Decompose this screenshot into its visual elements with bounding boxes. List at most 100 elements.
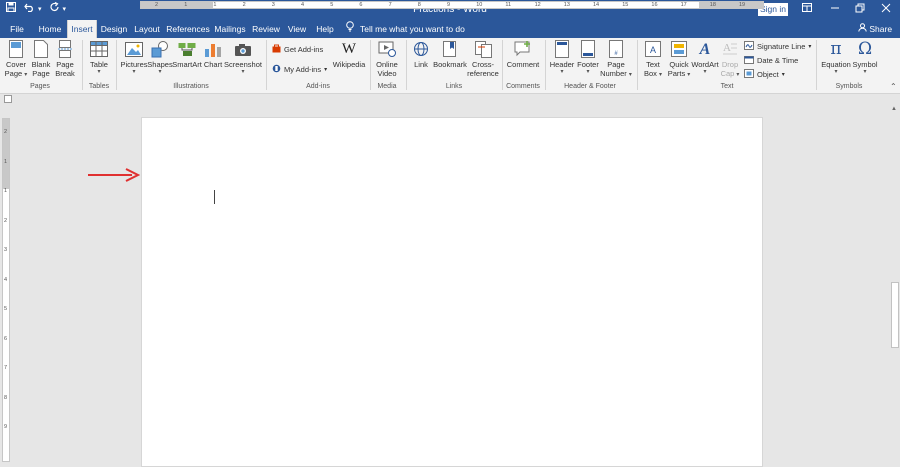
- cover-page-button[interactable]: Cover Page ▾: [4, 38, 28, 79]
- online-video-button[interactable]: Online Video: [373, 38, 401, 78]
- vertical-ruler-tick-label: 9: [4, 424, 8, 430]
- lightbulb-icon: [346, 20, 354, 38]
- ribbon-display-options-icon[interactable]: [800, 3, 814, 17]
- ruler-tick-label: 1: [213, 2, 217, 8]
- screenshot-button[interactable]: Screenshot ▾: [224, 38, 262, 76]
- group-separator: [82, 40, 83, 90]
- restore-icon[interactable]: [853, 3, 867, 17]
- ruler-tick-label: 2: [242, 2, 246, 8]
- tab-review[interactable]: Review: [251, 20, 281, 38]
- symbol-button[interactable]: Ω Symbol ▾: [852, 38, 878, 76]
- wikipedia-icon: W: [341, 40, 357, 57]
- quick-parts-icon: [669, 40, 689, 58]
- chart-icon: [203, 40, 223, 58]
- group-label-text: Text: [720, 83, 734, 90]
- wikipedia-button[interactable]: W Wikipedia: [332, 38, 366, 69]
- smartart-button[interactable]: SmartArt: [172, 38, 202, 69]
- comment-button[interactable]: Comment: [506, 38, 540, 69]
- header-button[interactable]: Header ▾: [548, 38, 576, 76]
- object-button[interactable]: Object ▾: [744, 69, 785, 80]
- group-separator: [502, 40, 503, 90]
- tab-home[interactable]: Home: [34, 20, 66, 38]
- tab-layout[interactable]: Layout: [132, 20, 162, 38]
- shapes-icon: [150, 40, 170, 58]
- link-button[interactable]: Link: [410, 38, 432, 69]
- vertical-scrollbar[interactable]: ▲: [890, 104, 900, 462]
- cross-reference-button[interactable]: Cross- reference: [467, 38, 499, 78]
- quick-parts-button[interactable]: Quick Parts ▾: [666, 38, 692, 79]
- pictures-button[interactable]: Pictures ▾: [120, 38, 148, 76]
- footer-button[interactable]: Footer ▾: [576, 38, 600, 76]
- vertical-ruler-tick-label: 4: [4, 276, 8, 283]
- bookmark-button[interactable]: Bookmark: [432, 38, 468, 69]
- svg-text:A: A: [650, 45, 656, 55]
- tab-file[interactable]: File: [4, 20, 30, 38]
- ruler-tick-label: 17: [680, 2, 687, 8]
- vertical-ruler-tick-label: 2: [4, 129, 8, 135]
- blank-page-icon: [31, 40, 51, 58]
- ruler-tick-label: 14: [593, 2, 600, 8]
- vertical-ruler-tick-label: 1: [4, 188, 8, 194]
- equation-button[interactable]: π Equation ▾: [820, 38, 852, 76]
- ruler-tick-label: 1: [184, 2, 188, 8]
- ruler-tick-label: 10: [476, 2, 483, 8]
- close-icon[interactable]: [879, 3, 893, 17]
- header-icon: [552, 40, 572, 58]
- page-number-button[interactable]: # Page Number ▾: [600, 38, 632, 79]
- text-box-icon: A: [643, 40, 663, 58]
- scrollbar-thumb[interactable]: [891, 282, 899, 348]
- ruler-tick-label: 3: [271, 2, 275, 8]
- ruler-tick-label: 2: [155, 2, 159, 8]
- ruler-tick-label: 4: [301, 2, 305, 8]
- horizontal-ruler[interactable]: 2 1 1 2 3 4 5 6 7 8 9 10 11 12 13 14 15 16 17 18 19: [140, 1, 764, 9]
- tab-insert[interactable]: Insert: [67, 20, 97, 38]
- ruler-tick-label: 16: [651, 2, 658, 8]
- vertical-ruler-tick-label: 2: [4, 217, 8, 224]
- vertical-ruler[interactable]: 2 1 1 2 3 4 5 6 7 8 9: [2, 118, 10, 462]
- cover-page-icon: [6, 40, 26, 58]
- smartart-icon: [177, 40, 197, 58]
- ruler-tick-label: 19: [739, 2, 746, 8]
- document-page[interactable]: [141, 117, 763, 467]
- group-label-media: Media: [377, 83, 397, 90]
- my-add-ins-button[interactable]: My Add-ins ▾: [272, 64, 327, 75]
- red-arrow-annotation: [88, 168, 140, 182]
- get-add-ins-button[interactable]: Get Add-ins: [272, 44, 323, 55]
- shapes-button[interactable]: Shapes ▾: [147, 38, 173, 76]
- collapse-ribbon-icon[interactable]: ⌃: [890, 82, 897, 91]
- tab-view[interactable]: View: [285, 20, 309, 38]
- scroll-up-icon[interactable]: ▲: [891, 106, 897, 112]
- group-separator: [545, 40, 546, 90]
- tab-selector[interactable]: [4, 95, 12, 103]
- omega-icon: Ω: [857, 38, 873, 59]
- drop-cap-button[interactable]: A Drop Cap ▾: [719, 38, 741, 79]
- ruler-tick-label: 13: [563, 2, 570, 8]
- ruler-tick-label: 12: [534, 2, 541, 8]
- group-label-illustrations: Illustrations: [173, 83, 209, 90]
- share-button[interactable]: Share: [858, 20, 892, 38]
- blank-page-button[interactable]: Blank Page: [30, 38, 52, 78]
- group-label-links: Links: [445, 83, 463, 90]
- signature-line-button[interactable]: Signature Line ▾: [744, 41, 811, 52]
- left-margin-shade: [141, 2, 213, 8]
- signature-icon: [744, 41, 754, 52]
- wordart-button[interactable]: A WordArt ▾: [691, 38, 719, 76]
- tell-me-search[interactable]: Tell me what you want to do: [346, 20, 465, 38]
- minimize-icon[interactable]: [828, 3, 842, 17]
- ribbon-tab-bar: File Home Insert Design Layout Reference…: [0, 20, 900, 38]
- calendar-icon: [744, 55, 754, 66]
- text-box-button[interactable]: A Text Box ▾: [640, 38, 666, 79]
- tab-references[interactable]: References: [166, 20, 210, 38]
- page-break-button[interactable]: Page Break: [54, 38, 76, 78]
- table-button[interactable]: Table ▾: [87, 38, 111, 76]
- chart-button[interactable]: Chart: [202, 38, 224, 69]
- ruler-tick-label: 11: [505, 2, 512, 8]
- online-video-icon: [377, 40, 397, 58]
- tab-design[interactable]: Design: [99, 20, 129, 38]
- date-time-button[interactable]: Date & Time: [744, 55, 798, 66]
- vertical-ruler-tick-label: 3: [4, 247, 8, 253]
- tab-help[interactable]: Help: [313, 20, 337, 38]
- tab-mailings[interactable]: Mailings: [213, 20, 247, 38]
- globe-link-icon: [411, 40, 431, 58]
- ruler-tick-label: 9: [447, 2, 451, 8]
